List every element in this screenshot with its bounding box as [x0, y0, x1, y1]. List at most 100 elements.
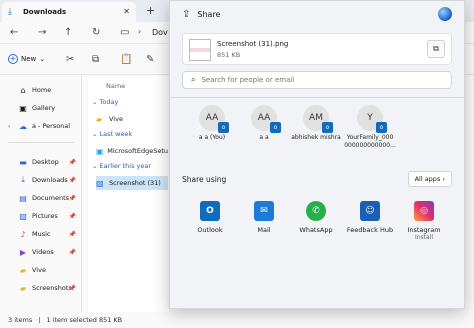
- outlook-icon: O: [200, 201, 220, 221]
- refresh-icon[interactable]: ↻: [92, 27, 100, 38]
- sidebar-item-label: Vive: [32, 266, 46, 274]
- tab-title: Downloads: [23, 8, 67, 16]
- contact-item[interactable]: AA o a a (You): [182, 105, 242, 142]
- sidebar-item-label: Pictures: [32, 212, 58, 220]
- list-item[interactable]: ▣ MicrosoftEdgeSetu: [96, 144, 168, 158]
- share-using-heading: Share using: [182, 175, 227, 184]
- file-thumbnail: [189, 39, 211, 61]
- status-selection: 1 item selected 851 KB: [46, 316, 123, 324]
- share-app-mail[interactable]: ✉ Mail: [234, 201, 294, 234]
- pin-icon: 📌: [68, 176, 76, 184]
- image-file-icon: ▨: [96, 178, 104, 188]
- group-label: Last week: [99, 130, 133, 138]
- sidebar-item-label: Documents: [32, 194, 70, 202]
- profile-avatar[interactable]: [438, 7, 452, 21]
- share-app-whatsapp[interactable]: ✆ WhatsApp: [286, 201, 346, 234]
- music-icon: ♪: [20, 229, 26, 239]
- sidebar-item-gallery[interactable]: ▣ Gallery: [0, 100, 82, 116]
- app-name: Mail: [257, 226, 271, 234]
- folder-icon: ▰: [96, 114, 103, 124]
- video-icon: ▶: [19, 247, 27, 257]
- new-button-label: New: [21, 55, 37, 63]
- folder-icon: ▰: [19, 265, 27, 275]
- sidebar-item-music[interactable]: ♪ Music 📌: [0, 226, 82, 242]
- pin-icon: 📌: [68, 230, 76, 238]
- up-icon[interactable]: ↑: [64, 27, 72, 38]
- sidebar-item-onedrive[interactable]: › ☁ a - Personal: [0, 118, 82, 134]
- copy-icon[interactable]: ⧉: [92, 54, 99, 65]
- sidebar-item-label: Screenshots: [32, 284, 72, 292]
- whatsapp-icon: ✆: [306, 201, 326, 221]
- contact-name: YourFamily_000 000000000000...: [344, 134, 396, 149]
- all-apps-label: All apps: [414, 175, 441, 183]
- group-header-today[interactable]: ⌄ Today: [92, 98, 118, 106]
- plus-icon: +: [8, 54, 18, 64]
- cut-icon[interactable]: ✂: [66, 54, 74, 65]
- new-button[interactable]: + New ⌄: [8, 54, 45, 64]
- contact-avatar: Y o: [357, 105, 387, 133]
- list-item[interactable]: ▰ Vive: [96, 112, 168, 126]
- sidebar-item-label: Downloads: [32, 176, 68, 184]
- group-label: Earlier this year: [99, 162, 152, 170]
- group-header-last-week[interactable]: ⌄ Last week: [92, 130, 132, 138]
- sidebar-item-desktop[interactable]: ▬ Desktop 📌: [0, 154, 82, 170]
- share-app-instagram[interactable]: ◎ Instagram Install: [394, 201, 454, 241]
- all-apps-button[interactable]: All apps ›: [407, 171, 452, 187]
- sidebar-item-downloads[interactable]: ⤓ Downloads 📌: [0, 172, 82, 188]
- people-search-input[interactable]: [201, 76, 432, 84]
- sidebar-item-documents[interactable]: ▤ Documents 📌: [0, 190, 82, 206]
- app-name: Outlook: [197, 226, 223, 234]
- cloud-icon: ☁: [19, 121, 27, 131]
- list-item-selected[interactable]: ▨ Screenshot (31): [96, 176, 168, 190]
- avatar-initials: AM: [309, 113, 323, 123]
- contact-item[interactable]: AA o a a: [234, 105, 294, 142]
- document-icon: ▤: [19, 193, 27, 203]
- download-icon: ⤓: [21, 175, 25, 184]
- sidebar-item-label: Videos: [32, 248, 54, 256]
- paste-icon[interactable]: 📋: [120, 54, 132, 65]
- monitor-icon[interactable]: ▭: [120, 27, 129, 38]
- chevron-right-icon[interactable]: ›: [8, 123, 10, 130]
- download-icon: ⤓: [8, 7, 12, 17]
- address-bar-text[interactable]: Dov: [152, 28, 168, 37]
- sidebar-item-home[interactable]: ⌂ Home: [0, 82, 82, 98]
- sidebar-item-videos[interactable]: ▶ Videos 📌: [0, 244, 82, 260]
- group-header-earlier[interactable]: ⌄ Earlier this year: [92, 162, 151, 170]
- shared-file-size: 851 KB: [217, 51, 241, 59]
- status-bar: 3 items | 1 item selected 851 KB: [0, 312, 474, 328]
- sidebar-item-screenshots[interactable]: ▰ Screenshots 📌: [0, 280, 82, 296]
- avatar-initials: AA: [205, 113, 219, 123]
- chevron-right-icon: ›: [138, 27, 142, 36]
- copy-button[interactable]: ⧉: [427, 40, 445, 58]
- feedback-hub-icon: ☺: [360, 201, 380, 221]
- gallery-icon: ▣: [19, 103, 27, 113]
- outlook-badge-icon: o: [270, 122, 281, 133]
- share-icon: ⇪: [182, 9, 191, 20]
- people-search-box[interactable]: ⌕: [182, 71, 452, 89]
- pin-icon: 📌: [68, 284, 76, 292]
- sidebar-item-label: Gallery: [32, 104, 56, 112]
- forward-icon[interactable]: →: [38, 27, 46, 38]
- tab-downloads[interactable]: ⤓ Downloads ✕: [2, 2, 136, 22]
- picture-icon: ▨: [19, 211, 27, 221]
- contact-item[interactable]: Y o YourFamily_000 000000000000...: [340, 105, 400, 150]
- share-app-feedback-hub[interactable]: ☺ Feedback Hub: [340, 201, 400, 234]
- column-header-name[interactable]: Name: [106, 82, 125, 90]
- shared-file-name: Screenshot (31).png: [217, 40, 289, 48]
- divider: [8, 142, 74, 143]
- share-dialog: ⇪ Share Screenshot (31).png 851 KB ⧉ ⌕ A…: [169, 0, 465, 309]
- new-tab-button[interactable]: +: [146, 4, 155, 17]
- sidebar-item-pictures[interactable]: ▨ Pictures 📌: [0, 208, 82, 224]
- rename-icon[interactable]: ✎: [146, 54, 154, 65]
- close-icon[interactable]: ✕: [123, 7, 130, 16]
- contact-avatar: AA o: [199, 105, 229, 133]
- sidebar-item-vive[interactable]: ▰ Vive: [0, 262, 82, 278]
- back-icon[interactable]: ←: [10, 27, 18, 38]
- navigation-pane: ⌂ Home ▣ Gallery › ☁ a - Personal ▬ Desk…: [0, 76, 82, 312]
- file-name: Screenshot (31): [109, 179, 161, 187]
- status-separator: |: [38, 316, 41, 324]
- app-name: Instagram: [407, 226, 441, 234]
- share-app-outlook[interactable]: O Outlook: [180, 201, 240, 234]
- contact-item[interactable]: AM o abhishek mishra: [286, 105, 346, 142]
- avatar-initials: AA: [257, 113, 271, 123]
